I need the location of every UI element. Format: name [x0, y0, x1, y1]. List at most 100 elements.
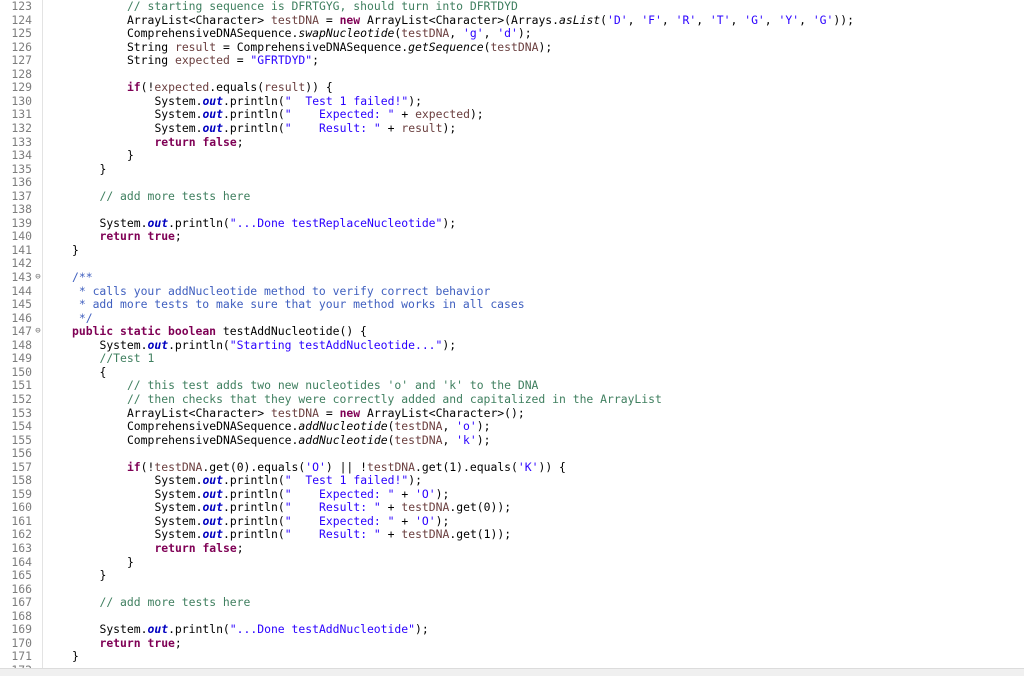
code-token: // starting sequence is DFRTGYG, should … — [126, 0, 518, 13]
code-token: if — [126, 80, 141, 95]
line-number: 139 — [11, 215, 32, 230]
code-line[interactable]: return true; — [99, 230, 181, 244]
line-number: 142 — [11, 256, 32, 271]
code-line[interactable]: } — [127, 148, 134, 163]
code-token: 'k' — [456, 432, 477, 447]
code-token: // then checks that they were correctly … — [126, 391, 662, 406]
code-token: ; — [174, 635, 182, 650]
code-token: .get(1).equals( — [415, 459, 518, 474]
code-token: return — [154, 541, 196, 555]
code-line[interactable]: /** — [72, 270, 93, 285]
code-line[interactable]: //Test 1 — [99, 352, 154, 366]
line-number: 164 — [11, 554, 32, 569]
code-line[interactable]: System.out.println(" Result: " + testDNA… — [154, 501, 511, 515]
fold-collapse-icon[interactable]: ⊖ — [34, 271, 42, 285]
code-token: .get(1)); — [449, 527, 512, 542]
code-line[interactable]: // add more tests here — [99, 595, 251, 610]
code-line[interactable]: return false; — [154, 134, 243, 150]
line-number: 135 — [11, 161, 32, 176]
code-area[interactable]: // starting sequence is DFRTGYG, should … — [42, 0, 1024, 675]
line-number: 167 — [11, 595, 32, 610]
code-line[interactable]: System.out.println(" Expected: " + 'O'); — [154, 486, 449, 502]
code-token: ArrayList<Character> — [126, 405, 271, 420]
code-token: .println( — [223, 107, 285, 122]
code-line[interactable]: System.out.println(" Result: " + testDNA… — [154, 528, 511, 542]
line-number: 137 — [11, 188, 32, 203]
line-number: 166 — [11, 581, 32, 596]
code-token: } — [99, 568, 107, 583]
code-line[interactable]: } — [72, 650, 79, 664]
line-number: 149 — [11, 351, 32, 366]
code-token: System. — [99, 337, 148, 352]
code-token: return — [154, 134, 196, 149]
code-line[interactable]: ArrayList<Character> testDNA = new Array… — [127, 12, 854, 28]
code-line[interactable]: ComprehensiveDNASequence.addNucleotide(t… — [127, 419, 491, 434]
code-line[interactable]: System.out.println("...Done testAddNucle… — [99, 623, 428, 637]
code-token: public — [72, 324, 114, 339]
code-token: .println( — [168, 337, 230, 352]
code-token: System. — [99, 622, 148, 637]
code-token: System. — [99, 215, 148, 230]
code-token: ; — [236, 541, 244, 555]
code-line[interactable]: } — [72, 243, 79, 258]
code-token: ) || ! — [325, 459, 368, 474]
fold-collapse-icon[interactable]: ⊖ — [34, 325, 42, 339]
code-token: // add more tests here — [99, 595, 251, 610]
code-token: addNucleotide — [298, 432, 388, 447]
code-token: if — [126, 459, 141, 474]
line-number: 127 — [11, 53, 32, 68]
code-line[interactable]: } — [99, 568, 107, 583]
line-number: 156 — [11, 446, 32, 461]
code-line[interactable]: System.out.println(" Test 1 failed!"); — [154, 473, 422, 488]
code-token: testDNA — [154, 459, 203, 474]
code-line[interactable]: System.out.println(" Result: " + result)… — [154, 120, 456, 136]
code-line[interactable]: System.out.println("...Done testReplaceN… — [99, 215, 456, 231]
code-token: System. — [154, 120, 203, 135]
code-line[interactable]: // starting sequence is DFRTGYG, should … — [127, 0, 518, 14]
code-line[interactable]: public static boolean testAddNucleotide(… — [72, 324, 367, 339]
code-line[interactable]: { — [99, 365, 106, 380]
code-line[interactable]: System.out.println(" Expected: " + expec… — [154, 108, 483, 122]
line-number: 150 — [11, 364, 32, 379]
line-number: 140 — [11, 229, 32, 244]
code-line[interactable]: // this test adds two new nucleotides 'o… — [127, 379, 538, 393]
code-token: 'G' — [812, 12, 834, 27]
code-token: out — [202, 120, 224, 135]
code-token: */ — [72, 310, 93, 325]
code-line[interactable]: ArrayList<Character> testDNA = new Array… — [126, 405, 525, 421]
code-line[interactable]: } — [99, 162, 106, 177]
code-line[interactable]: System.out.println(" Expected: " + 'O'); — [154, 513, 449, 529]
line-number: 143 — [11, 270, 32, 284]
code-line[interactable]: if(!testDNA.get(0).equals('O') || !testD… — [126, 459, 566, 475]
code-line[interactable]: return true; — [99, 635, 182, 651]
code-line[interactable]: ComprehensiveDNASequence.addNucleotide(t… — [127, 432, 491, 448]
code-line[interactable]: // then checks that they were correctly … — [126, 391, 662, 407]
code-line[interactable]: } — [127, 555, 134, 570]
code-token: 'T' — [709, 12, 731, 27]
code-token: System. — [154, 500, 203, 515]
code-token: String — [126, 39, 175, 54]
code-line[interactable]: if(!expected.equals(result)) { — [127, 81, 333, 95]
code-line[interactable]: System.out.println("Starting testAddNucl… — [99, 337, 456, 353]
code-line[interactable]: ComprehensiveDNASequence.swapNucleotide(… — [127, 26, 532, 41]
code-token: out — [202, 107, 224, 122]
line-number: 171 — [11, 649, 32, 664]
code-token: ); — [469, 107, 484, 122]
code-line[interactable]: * add more tests to make sure that your … — [72, 297, 525, 312]
code-token: out — [202, 513, 224, 528]
code-line[interactable]: return false; — [154, 541, 244, 556]
code-line[interactable]: String expected = "GFRTDYD"; — [127, 53, 319, 68]
code-token: + — [380, 500, 402, 515]
code-editor[interactable]: 123 124 125 126 127 128 129 130 131 132 133 134 135 1… — [0, 0, 1024, 676]
code-token: testDNA — [270, 12, 319, 27]
code-token: out — [147, 622, 169, 637]
code-line[interactable]: String result = ComprehensiveDNASequence… — [126, 39, 552, 55]
code-token: (! — [140, 459, 155, 474]
code-token: " Result: " — [284, 120, 381, 135]
code-token: 'O' — [415, 486, 436, 501]
code-line[interactable]: */ — [72, 310, 93, 326]
code-token: new — [339, 405, 361, 420]
code-line[interactable]: // add more tests here — [99, 189, 250, 204]
code-line[interactable]: System.out.println(" Test 1 failed!"); — [154, 94, 422, 109]
code-line[interactable]: * calls your addNucleotide method to ver… — [72, 284, 490, 299]
